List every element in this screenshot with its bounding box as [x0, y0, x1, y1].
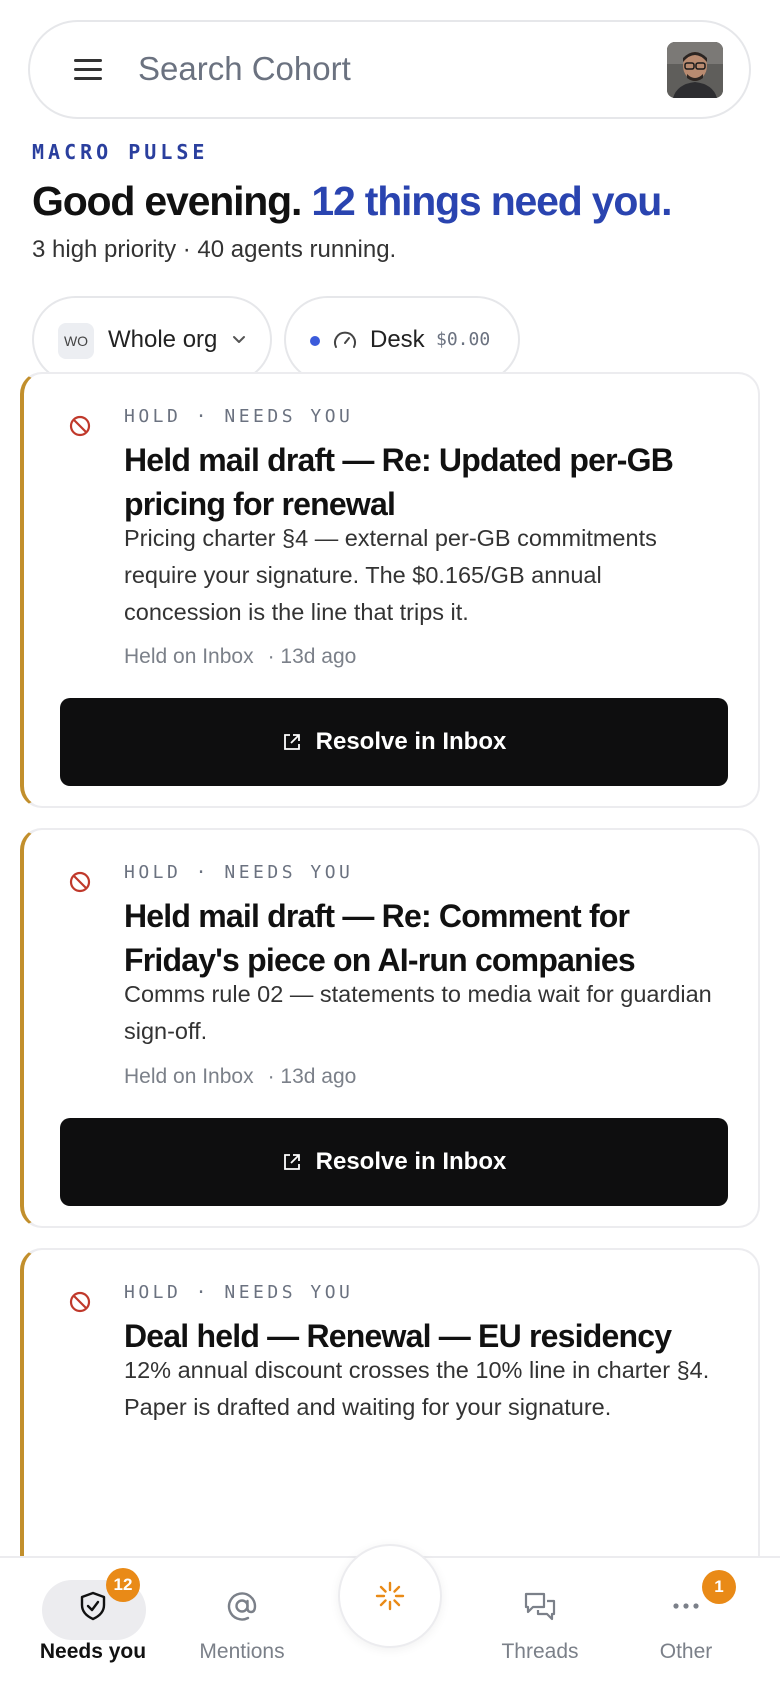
desk-amount: $0.00 [436, 329, 491, 350]
blocked-icon [69, 871, 91, 893]
card-tag: HOLD · NEEDS YOU [124, 1282, 354, 1303]
org-filter-label: Whole org [108, 326, 218, 353]
greeting-text: Good evening. [32, 178, 302, 224]
hold-card: HOLD · NEEDS YOU Held mail draft — Re: C… [20, 828, 760, 1228]
search-bar[interactable]: Search Cohort [28, 20, 751, 119]
card-body: 12% annual discount crosses the 10% line… [124, 1357, 710, 1420]
pending-count-text: 12 things need you. [311, 178, 672, 224]
nav-needs-you[interactable]: 12 Needs you [28, 1558, 158, 1688]
status-summary: 3 high priority · 40 agents running. [32, 236, 397, 263]
nav-label: Threads [501, 1640, 579, 1663]
nav-mentions[interactable]: Mentions [180, 1558, 304, 1688]
resolve-in-inbox-button[interactable]: Resolve in Inbox [60, 698, 728, 786]
chat-bubbles-icon [524, 1592, 556, 1621]
page: Search Cohort MACRO PULSE Good evening. … [0, 0, 780, 1688]
other-badge: 1 [702, 1570, 736, 1604]
card-source: Held on Inbox [124, 1065, 254, 1088]
card-body: Comms rule 02 — statements to media wait… [124, 981, 712, 1044]
hold-card: HOLD · NEEDS YOU Deal held — Renewal — E… [20, 1248, 760, 1588]
resolve-in-inbox-button[interactable]: Resolve in Inbox [60, 1118, 728, 1206]
external-link-icon [283, 734, 300, 750]
nav-threads[interactable]: Threads [480, 1558, 600, 1688]
section-eyebrow: MACRO PULSE [32, 140, 209, 164]
card-tag: HOLD · NEEDS YOU [124, 862, 354, 883]
at-sign-icon [227, 1592, 257, 1621]
center-action-button[interactable] [338, 1544, 442, 1648]
blocked-icon [69, 415, 91, 437]
card-body: Pricing charter §4 — external per-GB com… [124, 525, 657, 625]
resolve-button-label: Resolve in Inbox [315, 728, 507, 755]
card-age: · 13d ago [267, 1065, 357, 1088]
card-title: Held mail draft — Re: Updated per-GB pri… [124, 442, 674, 522]
shield-check-icon [80, 1591, 106, 1621]
resolve-button-label: Resolve in Inbox [315, 1148, 507, 1175]
external-link-icon [283, 1154, 300, 1170]
hold-card: HOLD · NEEDS YOU Held mail draft — Re: U… [20, 372, 760, 808]
org-filter-chip[interactable]: WO Whole org [32, 296, 272, 383]
org-badge: WO [58, 323, 94, 359]
page-title: Good evening. 12 things need you. [32, 178, 672, 225]
hamburger-menu-icon[interactable] [74, 59, 102, 83]
card-age: · 13d ago [267, 645, 357, 668]
chevron-down-icon [233, 336, 245, 343]
card-meta: Held on Inbox · 13d ago [124, 645, 356, 669]
nav-label: Needs you [39, 1640, 147, 1663]
sparkle-icon [375, 1581, 405, 1611]
desk-filter-label: Desk [370, 326, 425, 353]
desk-filter-chip[interactable]: Desk $0.00 [284, 296, 520, 383]
card-tag: HOLD · NEEDS YOU [124, 406, 354, 427]
needs-you-badge: 12 [106, 1568, 140, 1602]
card-source: Held on Inbox [124, 645, 254, 668]
card-title: Held mail draft — Re: Comment for Friday… [124, 898, 636, 978]
nav-other[interactable]: 1 Other [628, 1558, 744, 1688]
nav-label: Mentions [199, 1640, 285, 1663]
nav-label: Other [659, 1640, 713, 1663]
blocked-icon [69, 1291, 91, 1313]
more-dots-icon [673, 1603, 699, 1609]
search-input[interactable]: Search Cohort [138, 50, 351, 88]
gauge-icon [334, 331, 356, 348]
avatar[interactable] [667, 42, 723, 98]
status-dot-icon [310, 336, 320, 346]
card-meta: Held on Inbox · 13d ago [124, 1065, 356, 1089]
